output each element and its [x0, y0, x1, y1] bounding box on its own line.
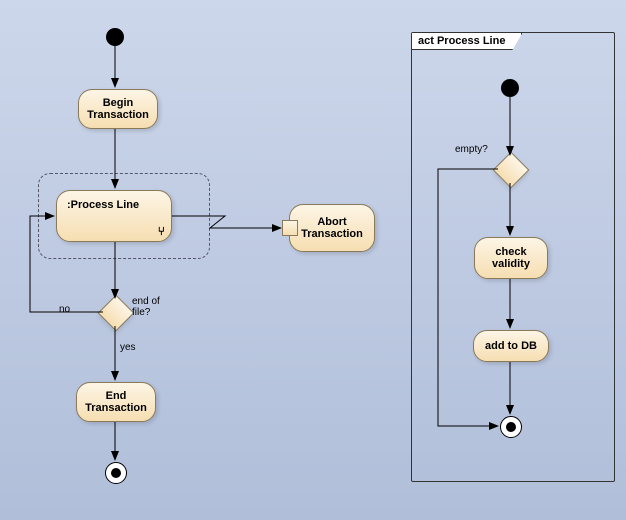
node-label: check validity: [492, 246, 530, 270]
initial-node-right: [501, 79, 519, 97]
frame-title-tab: act Process Line: [412, 33, 522, 50]
node-label: Abort Transaction: [301, 216, 363, 240]
sub-activity-icon: ⑂: [158, 225, 165, 237]
node-label: End Transaction: [85, 390, 147, 414]
decision-label-eof: end of file?: [132, 296, 160, 318]
node-abort-transaction[interactable]: Abort Transaction: [289, 204, 375, 252]
decision-end-of-file[interactable]: [98, 295, 135, 332]
node-check-validity[interactable]: check validity: [474, 237, 548, 279]
node-end-transaction[interactable]: End Transaction: [76, 382, 156, 422]
node-label: add to DB: [485, 340, 537, 352]
decision-label-empty: empty?: [455, 144, 488, 155]
node-label: :Process Line: [67, 199, 139, 211]
node-process-line[interactable]: :Process Line ⑂: [56, 190, 172, 242]
node-begin-transaction[interactable]: Begin Transaction: [78, 89, 158, 129]
initial-node-left: [106, 28, 124, 46]
node-add-to-db[interactable]: add to DB: [473, 330, 549, 362]
final-node-left: [105, 462, 127, 484]
edge-label-yes: yes: [120, 342, 136, 353]
node-label: Begin Transaction: [87, 97, 149, 121]
edge-label-no: no: [59, 304, 70, 315]
receive-signal-notch: [282, 220, 298, 236]
frame-title: act Process Line: [418, 35, 505, 47]
final-node-right: [500, 416, 522, 438]
